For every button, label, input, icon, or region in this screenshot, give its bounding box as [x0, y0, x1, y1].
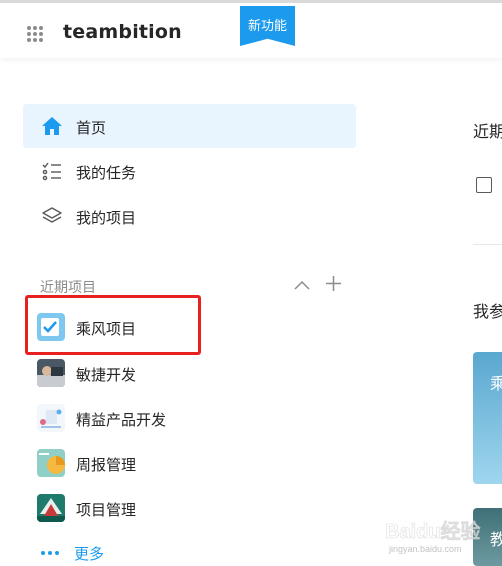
sidebar-item-home[interactable]: 首页: [23, 104, 356, 148]
project-label: 项目管理: [76, 501, 137, 519]
layers-icon: [42, 207, 62, 223]
recent-heading: 近期: [473, 122, 502, 141]
sidebar-item-label: 首页: [76, 119, 107, 137]
project-item-agile[interactable]: 敏捷开发: [23, 352, 356, 396]
more-label: 更多: [74, 545, 105, 563]
add-project-icon[interactable]: [325, 275, 342, 292]
project-card-1[interactable]: 乘: [473, 352, 502, 484]
svg-text:Baidu经验: Baidu经验: [385, 519, 481, 543]
chevron-up-icon[interactable]: [293, 278, 311, 292]
project-card-2[interactable]: 教: [473, 508, 502, 566]
top-bar: teambition 新功能: [0, 0, 502, 58]
sidebar-item-my-projects[interactable]: 我的项目: [23, 194, 356, 238]
recent-projects-title: 近期项目: [40, 280, 96, 296]
checkbox-thumbnail: [37, 313, 65, 341]
task-checkbox[interactable]: [476, 177, 492, 193]
participating-heading: 我参: [473, 302, 502, 321]
project-item-weekly[interactable]: 周报管理: [23, 442, 356, 486]
project-item-chengfeng[interactable]: 乘风项目: [23, 306, 356, 350]
photo-thumbnail: [37, 359, 65, 387]
tree-thumbnail: [37, 494, 65, 522]
project-item-management[interactable]: 项目管理: [23, 487, 356, 531]
project-label: 乘风项目: [76, 320, 137, 338]
more-dots-icon: [41, 551, 59, 555]
apps-grid-icon[interactable]: [27, 26, 43, 42]
svg-text:jingyan.baidu.com: jingyan.baidu.com: [388, 544, 462, 554]
sidebar-item-my-tasks[interactable]: 我的任务: [23, 149, 356, 193]
project-card-title: 教: [490, 530, 502, 549]
app-logo[interactable]: teambition: [63, 21, 182, 43]
project-label: 周报管理: [76, 456, 137, 474]
illustration-thumbnail: [37, 404, 65, 432]
divider: [473, 244, 502, 245]
task-list-icon: [42, 162, 61, 181]
project-item-lean[interactable]: 精益产品开发: [23, 397, 356, 441]
project-label: 敏捷开发: [76, 366, 137, 384]
project-label: 精益产品开发: [76, 411, 167, 429]
home-icon: [42, 117, 62, 135]
project-card-title: 乘: [490, 374, 502, 393]
sidebar-item-label: 我的任务: [76, 164, 137, 182]
sidebar-item-label: 我的项目: [76, 209, 137, 227]
new-feature-badge[interactable]: 新功能: [240, 6, 295, 46]
chart-thumbnail: [37, 449, 65, 477]
